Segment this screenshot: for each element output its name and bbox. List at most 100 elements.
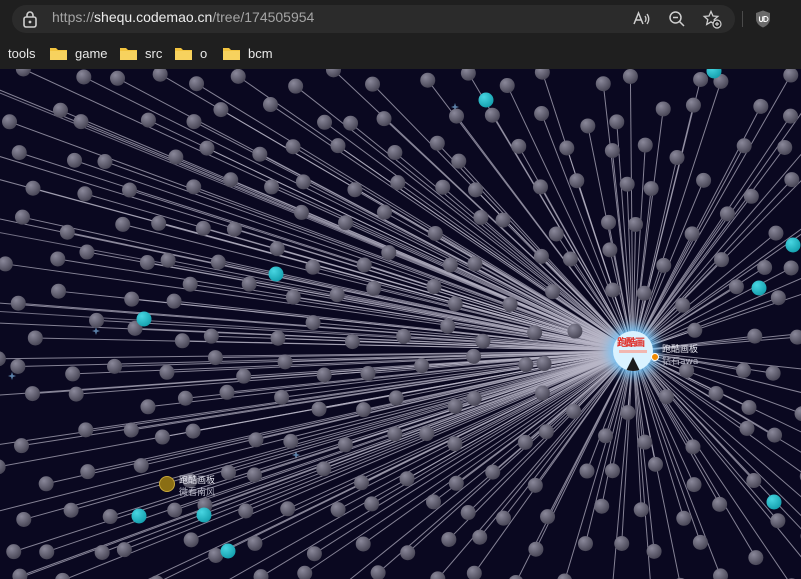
tree-node[interactable]	[460, 69, 476, 81]
tree-node[interactable]	[167, 502, 183, 518]
tree-node[interactable]	[426, 279, 442, 295]
tree-node[interactable]	[743, 188, 759, 204]
tree-node[interactable]	[63, 502, 79, 518]
tree-node[interactable]	[338, 215, 354, 231]
tree-node[interactable]	[527, 477, 543, 493]
tree-node[interactable]	[65, 366, 81, 382]
tree-node[interactable]	[207, 350, 223, 366]
tree-node[interactable]	[602, 242, 618, 258]
tree-node[interactable]	[447, 436, 463, 452]
tree-node[interactable]	[280, 501, 296, 517]
tree-node[interactable]	[51, 283, 67, 299]
tree-node[interactable]	[316, 367, 332, 383]
tree-node[interactable]	[343, 115, 359, 131]
tree-node[interactable]	[693, 71, 709, 87]
tree-node[interactable]	[622, 69, 638, 84]
tree-node[interactable]	[675, 297, 691, 313]
tree-node[interactable]	[784, 172, 800, 188]
tree-node[interactable]	[67, 152, 83, 168]
tree-node[interactable]	[344, 334, 360, 350]
tree-node[interactable]	[347, 182, 363, 198]
tree-node-highlighted[interactable]	[478, 92, 494, 108]
tree-node[interactable]	[609, 114, 625, 130]
tree-node[interactable]	[354, 475, 370, 491]
tree-node[interactable]	[185, 423, 201, 439]
tree-node[interactable]	[0, 351, 6, 367]
tree-node[interactable]	[182, 276, 198, 292]
tree-node[interactable]	[579, 463, 595, 479]
tree-node[interactable]	[794, 406, 801, 422]
tree-node[interactable]	[186, 114, 202, 130]
tree-node[interactable]	[440, 318, 456, 334]
tree-node[interactable]	[447, 296, 463, 312]
tree-node[interactable]	[133, 458, 149, 474]
tree-node[interactable]	[713, 568, 729, 579]
tree-node[interactable]	[2, 114, 18, 130]
tree-node[interactable]	[637, 434, 653, 450]
tree-node[interactable]	[420, 72, 436, 88]
tree-node[interactable]	[97, 154, 113, 170]
tree-node[interactable]	[753, 98, 769, 114]
tree-node[interactable]	[311, 401, 327, 417]
tree-node[interactable]	[517, 434, 533, 450]
tree-node[interactable]	[747, 328, 763, 344]
tree-node[interactable]	[739, 420, 755, 436]
tree-node[interactable]	[330, 138, 346, 154]
tree-node[interactable]	[110, 70, 126, 86]
tree-node[interactable]	[770, 290, 786, 306]
tree-node[interactable]	[0, 256, 13, 272]
tree-node[interactable]	[656, 257, 672, 273]
tree-node[interactable]	[50, 251, 66, 267]
tree-node[interactable]	[557, 573, 572, 579]
tree-node[interactable]	[604, 463, 620, 479]
tree-node[interactable]	[466, 348, 482, 364]
tree-node[interactable]	[356, 257, 372, 273]
tree-node[interactable]	[527, 325, 543, 341]
tree-node-highlighted[interactable]	[220, 543, 236, 559]
root-node-label[interactable]: 跑酷画板 钻石awa	[662, 344, 698, 368]
tree-node[interactable]	[337, 437, 353, 453]
tree-node[interactable]	[499, 78, 515, 94]
tree-node[interactable]	[768, 225, 784, 241]
tree-node[interactable]	[485, 464, 501, 480]
tree-node[interactable]	[269, 241, 285, 257]
tree-node[interactable]	[154, 429, 170, 445]
tree-node[interactable]	[14, 209, 30, 225]
tree-node[interactable]	[399, 471, 415, 487]
tree-node[interactable]	[219, 384, 235, 400]
tree-node-highlighted[interactable]	[136, 311, 152, 327]
bookmark-folder-src[interactable]: src	[120, 44, 162, 62]
tree-node[interactable]	[400, 545, 416, 561]
tree-node[interactable]	[330, 502, 346, 518]
tree-node[interactable]	[283, 433, 299, 449]
tree-node[interactable]	[262, 97, 278, 113]
labeled-node-label[interactable]: 跑酷画板 微看南风	[179, 475, 215, 499]
tree-node[interactable]	[13, 438, 29, 454]
tree-node[interactable]	[38, 476, 54, 492]
tree-node[interactable]	[293, 204, 309, 220]
tree-node[interactable]	[741, 399, 757, 415]
tree-node[interactable]	[447, 398, 463, 414]
tree-node[interactable]	[0, 459, 6, 475]
tree-node[interactable]	[783, 108, 799, 124]
tree-node[interactable]	[247, 535, 263, 551]
tree-node[interactable]	[365, 76, 381, 92]
tree-node[interactable]	[213, 102, 229, 118]
tree-node[interactable]	[246, 467, 262, 483]
tree-node[interactable]	[15, 69, 31, 77]
tree-node[interactable]	[52, 102, 68, 118]
tree-node[interactable]	[230, 69, 246, 84]
tree-node[interactable]	[685, 97, 701, 113]
tree-node[interactable]	[448, 475, 464, 491]
tree-node[interactable]	[177, 390, 193, 406]
tree-canvas[interactable]: 跑酷画 跑酷画板 钻石awa 跑酷画板 微看南风	[0, 69, 801, 579]
tree-node[interactable]	[692, 534, 708, 550]
tree-node[interactable]	[765, 365, 781, 381]
tree-node[interactable]	[107, 358, 123, 374]
tree-node-highlighted[interactable]	[751, 280, 767, 296]
tree-node[interactable]	[116, 542, 132, 558]
tree-node[interactable]	[562, 251, 578, 267]
tree-node[interactable]	[646, 543, 662, 559]
tree-node[interactable]	[789, 329, 801, 345]
tree-node[interactable]	[435, 179, 451, 195]
